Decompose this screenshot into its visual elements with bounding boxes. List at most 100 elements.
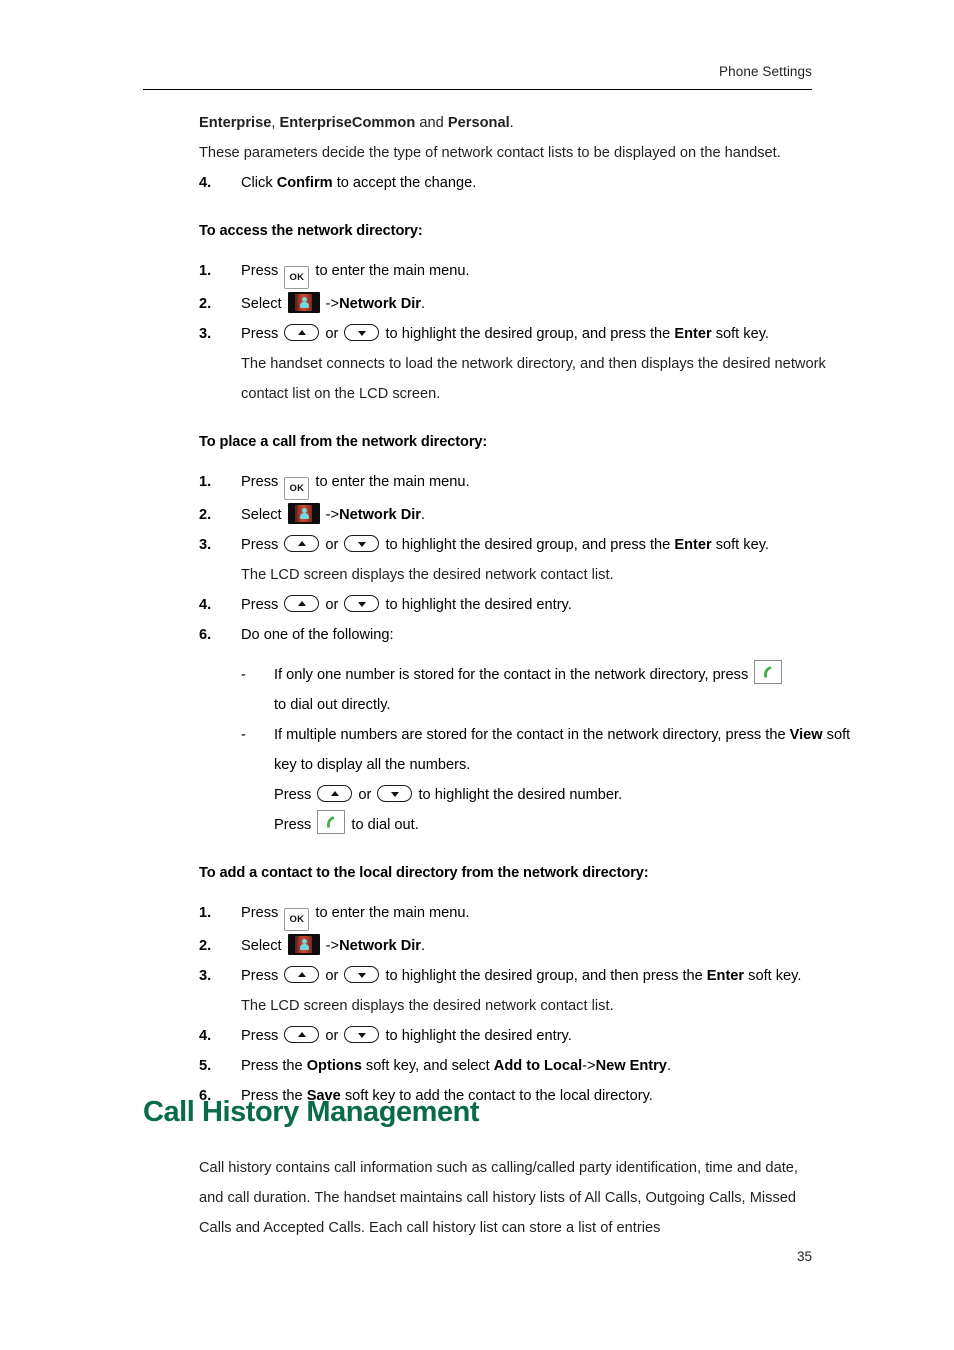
bullet-text-pre: If only one number is stored for the con… [274, 667, 753, 683]
step-arrow-sep: -> [582, 1058, 596, 1074]
menu-network-dir: Network Dir [339, 507, 421, 523]
step-text-mid: soft key, and select [361, 1058, 494, 1074]
triangle-down-glyph [357, 1032, 366, 1038]
arrow-up-key-icon[interactable] [284, 595, 320, 612]
step-text-post: . [666, 1058, 671, 1074]
step-text-post: to highlight the desired entry. [381, 1028, 572, 1044]
step-select-directory-3: 2. Select ->Network Dir. [199, 931, 856, 961]
sep-and: and [415, 115, 448, 131]
step-select-directory-1: 2. Select ->Network Dir. [199, 289, 856, 319]
arrow-up-key-icon[interactable] [284, 324, 320, 341]
intro-paragraph: These parameters decide the type of netw… [199, 145, 781, 161]
menu-add-to-local: Add to Local [493, 1058, 583, 1074]
step-number: 1. [199, 474, 212, 490]
step-number: 6. [199, 627, 212, 643]
step-text-pre: Press [241, 263, 283, 279]
step-highlight-group-3: 3. Press or to highlight the desired gro… [199, 961, 856, 991]
arrow-down-key-icon[interactable] [344, 1026, 380, 1043]
ok-key-icon[interactable]: OK [284, 266, 310, 289]
step-text-post: . [420, 938, 426, 954]
ok-key-icon[interactable]: OK [284, 477, 310, 500]
note-add-contact: The LCD screen displays the desired netw… [241, 998, 614, 1014]
term-enterprisecommon: EnterpriseCommon [279, 115, 416, 131]
step-press-ok-3: 1. Press OK to enter the main menu. [199, 898, 856, 931]
triangle-down-glyph [357, 601, 366, 607]
step-text-or: or [321, 1028, 343, 1044]
substep-text-post: to dial out. [347, 817, 419, 833]
note-place-call: The LCD screen displays the desired netw… [241, 567, 614, 583]
step-text-or: or [321, 597, 343, 613]
bold-terms-line: Enterprise, EnterpriseCommon and Persona… [199, 108, 814, 138]
step-text-post: soft key. [744, 968, 802, 984]
document-page: Phone Settings Enterprise, EnterpriseCom… [0, 0, 954, 1350]
directory-icon[interactable] [287, 934, 320, 955]
triangle-up-glyph [297, 600, 306, 606]
dash-bullet: - [241, 727, 246, 743]
triangle-up-glyph [297, 1031, 306, 1037]
arrow-down-key-icon[interactable] [344, 966, 380, 983]
step-text-pre: Click [241, 175, 277, 191]
directory-icon[interactable] [287, 503, 320, 524]
triangle-up-glyph [330, 790, 339, 796]
triangle-down-glyph [390, 791, 399, 797]
arrow-up-key-icon[interactable] [284, 1026, 320, 1043]
arrow-up-key-icon[interactable] [284, 966, 320, 983]
term-enterprise: Enterprise [199, 115, 272, 131]
triangle-down-glyph [357, 541, 366, 547]
step-text-post: . [420, 507, 426, 523]
substep-text-pre: Press [274, 787, 316, 803]
person-body [299, 513, 309, 519]
step-text-post: to enter the main menu. [311, 263, 470, 279]
step-text-post: to enter the main menu. [311, 905, 470, 921]
step-text-pre: Press [241, 537, 283, 553]
softkey-confirm: Confirm [276, 175, 333, 191]
arrow-down-key-icon[interactable] [377, 785, 413, 802]
step-number: 3. [199, 968, 212, 984]
triangle-up-glyph [297, 540, 306, 546]
ok-key-icon[interactable]: OK [284, 908, 310, 931]
step-confirm: 4. Click Confirm to accept the change. [199, 168, 856, 198]
step-text-pre: Select [241, 507, 286, 523]
triangle-down-glyph [357, 330, 366, 336]
dash-bullet: - [241, 667, 246, 683]
bullet-text-pre: If multiple numbers are stored for the c… [274, 727, 790, 743]
step-number: 1. [199, 263, 212, 279]
step-select-directory-2: 2. Select ->Network Dir. [199, 500, 856, 530]
arrow-down-key-icon[interactable] [344, 324, 380, 341]
arrow-down-key-icon[interactable] [344, 535, 380, 552]
softkey-enter: Enter [706, 968, 745, 984]
substep-text-or: or [354, 787, 376, 803]
step-text-pre: Press the [241, 1058, 307, 1074]
call-key-icon[interactable] [754, 660, 783, 684]
step-number: 3. [199, 537, 212, 553]
call-key-icon[interactable] [317, 810, 346, 834]
step-text-pre: Press [241, 1028, 283, 1044]
arrow-up-key-icon[interactable] [284, 535, 320, 552]
substep-text-pre: Press [274, 817, 316, 833]
arrow-down-key-icon[interactable] [344, 595, 380, 612]
heading-place-call: To place a call from the network directo… [199, 434, 488, 450]
step-text-pre: Press [241, 968, 283, 984]
step-number: 4. [199, 1028, 212, 1044]
step-text-pre: Select [241, 938, 286, 954]
arrow-up-key-icon[interactable] [317, 785, 353, 802]
step-arrow-sep: -> [321, 938, 340, 954]
person-body [299, 944, 309, 950]
step-text-post: to highlight the desired entry. [381, 597, 572, 613]
step-text: Do one of the following: [241, 627, 394, 643]
step-highlight-entry-1: 4. Press or to highlight the desired ent… [199, 590, 856, 620]
step-highlight-group-2: 3. Press or to highlight the desired gro… [199, 530, 856, 560]
step-text-post: soft key. [711, 537, 769, 553]
softkey-options: Options [306, 1058, 362, 1074]
step-text-post: to accept the change. [332, 175, 477, 191]
menu-network-dir: Network Dir [339, 938, 421, 954]
step-arrow-sep: -> [321, 296, 340, 312]
step-text-pre: Press [241, 474, 283, 490]
step-text-pre: Press [241, 597, 283, 613]
step-number: 2. [199, 507, 212, 523]
bullet-single-number: - If only one number is stored for the c… [241, 660, 854, 720]
person-body [299, 302, 309, 308]
directory-icon[interactable] [287, 292, 320, 313]
triangle-down-glyph [357, 972, 366, 978]
heading-access-network-directory: To access the network directory: [199, 223, 423, 239]
